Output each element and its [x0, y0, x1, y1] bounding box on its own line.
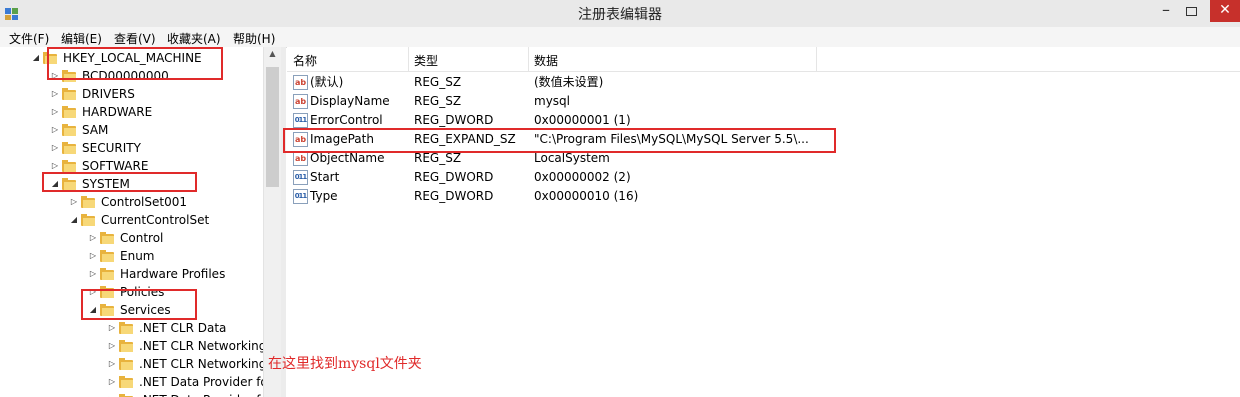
tree-scrollbar[interactable]: ▲	[263, 47, 281, 397]
highlight-box-services	[81, 289, 197, 320]
column-header-type[interactable]: 类型	[414, 52, 438, 69]
column-header-name[interactable]: 名称	[293, 52, 317, 69]
expand-arrow-closed-icon[interactable]: ▷	[50, 85, 60, 103]
tree-node-label: SAM	[82, 123, 109, 137]
scroll-thumb[interactable]	[266, 67, 279, 187]
value-data: 0x00000002 (2)	[534, 170, 631, 184]
folder-icon	[100, 250, 114, 262]
value-row[interactable]: ab (默认) REG_SZ (数值未设置)	[287, 73, 1240, 92]
menu-bar: 文件(F) 编辑(E) 查看(V) 收藏夹(A) 帮助(H)	[0, 27, 1240, 48]
value-data: mysql	[534, 94, 570, 108]
tree-node-label: .NET CLR Networking	[139, 339, 267, 353]
value-name: DisplayName	[310, 94, 390, 108]
string-value-icon: ab	[293, 75, 308, 90]
highlight-box-hklm	[47, 47, 223, 80]
value-data: 0x00000010 (16)	[534, 189, 639, 203]
tree-node-label: SECURITY	[82, 141, 141, 155]
tree-node-label: .NET CLR Networking	[139, 357, 267, 371]
string-value-icon: ab	[293, 94, 308, 109]
folder-icon	[62, 142, 76, 154]
pane-splitter[interactable]	[281, 47, 286, 397]
folder-icon	[62, 160, 76, 172]
value-name: (默认)	[310, 75, 344, 89]
value-type: REG_DWORD	[414, 189, 494, 203]
tree-node-label: Control	[120, 231, 164, 245]
scroll-up-arrow-icon[interactable]: ▲	[264, 49, 281, 63]
value-type: REG_SZ	[414, 94, 462, 108]
tree-node-label: ControlSet001	[101, 195, 187, 209]
expand-arrow-closed-icon[interactable]: ▷	[50, 139, 60, 157]
annotation-text: 在这里找到mysql文件夹	[268, 356, 422, 372]
folder-icon	[119, 322, 133, 334]
close-button[interactable]: ✕	[1210, 0, 1240, 22]
maximize-button[interactable]	[1186, 7, 1197, 16]
expand-arrow-open-icon[interactable]: ◢	[69, 211, 79, 229]
value-type: REG_SZ	[414, 75, 462, 89]
column-divider[interactable]	[816, 47, 817, 71]
registry-tree[interactable]: ◢ HKEY_LOCAL_MACHINE ▷ BCD00000000 ▷ DRIVERS ▷…	[0, 47, 280, 397]
tree-node-label: Hardware Profiles	[120, 267, 226, 281]
expand-arrow-closed-icon[interactable]: ▷	[107, 337, 117, 355]
value-row[interactable]: 011 Type REG_DWORD 0x00000010 (16)	[287, 187, 1240, 206]
expand-arrow-closed-icon[interactable]: ▷	[107, 373, 117, 391]
value-name: Type	[310, 189, 338, 203]
column-divider[interactable]	[408, 47, 409, 71]
folder-icon	[119, 340, 133, 352]
tree-node-label: .NET CLR Data	[139, 321, 227, 335]
menu-help[interactable]: 帮助(H)	[233, 30, 275, 47]
column-header-data[interactable]: 数据	[534, 52, 558, 69]
folder-icon	[81, 196, 95, 208]
window-title: 注册表编辑器	[578, 7, 662, 23]
folder-icon	[100, 268, 114, 280]
value-type: REG_DWORD	[414, 170, 494, 184]
tree-node-label: DRIVERS	[82, 87, 135, 101]
value-row[interactable]: ab DisplayName REG_SZ mysql	[287, 92, 1240, 111]
column-divider[interactable]	[528, 47, 529, 71]
highlight-box-system	[42, 172, 197, 192]
list-header: 名称 类型 数据	[287, 47, 1240, 72]
value-name: Start	[310, 170, 340, 184]
expand-arrow-closed-icon[interactable]: ▷	[50, 103, 60, 121]
binary-value-icon: 011	[293, 170, 308, 185]
expand-arrow-closed-icon[interactable]: ▷	[88, 265, 98, 283]
expand-arrow-open-icon[interactable]: ◢	[31, 49, 41, 67]
folder-icon	[62, 124, 76, 136]
expand-arrow-closed-icon[interactable]: ▷	[50, 121, 60, 139]
expand-arrow-closed-icon[interactable]: ▷	[107, 355, 117, 373]
binary-value-icon: 011	[293, 113, 308, 128]
expand-arrow-closed-icon[interactable]: ▷	[88, 247, 98, 265]
tree-node-label: Enum	[120, 249, 155, 263]
folder-icon	[100, 232, 114, 244]
value-row[interactable]: 011 Start REG_DWORD 0x00000002 (2)	[287, 168, 1240, 187]
menu-file[interactable]: 文件(F)	[9, 30, 49, 47]
expand-arrow-closed-icon[interactable]: ▷	[107, 319, 117, 337]
folder-icon	[119, 358, 133, 370]
values-list: 名称 类型 数据 ab (默认) REG_SZ (数值未设置) ab DisplayNam…	[287, 47, 1240, 397]
tree-node-label: .NET Data Provider fo	[139, 391, 268, 397]
menu-favorites[interactable]: 收藏夹(A)	[167, 30, 221, 47]
tree-node-label: HARDWARE	[82, 105, 153, 119]
tree-node-label: CurrentControlSet	[101, 213, 210, 227]
folder-icon	[81, 214, 95, 226]
title-bar: 注册表编辑器 – ✕	[0, 0, 1240, 27]
minimize-button[interactable]: –	[1156, 2, 1176, 21]
binary-value-icon: 011	[293, 189, 308, 204]
expand-arrow-closed-icon[interactable]: ▷	[107, 391, 117, 397]
expand-arrow-closed-icon[interactable]: ▷	[69, 193, 79, 211]
menu-view[interactable]: 查看(V)	[114, 30, 156, 47]
value-data: (数值未设置)	[534, 75, 604, 89]
folder-icon	[62, 88, 76, 100]
tree-node-label: .NET Data Provider fo	[139, 375, 268, 389]
folder-icon	[119, 376, 133, 388]
menu-edit[interactable]: 编辑(E)	[61, 30, 102, 47]
highlight-box-imagepath	[283, 128, 836, 153]
string-value-icon: ab	[293, 151, 308, 166]
expand-arrow-closed-icon[interactable]: ▷	[88, 229, 98, 247]
folder-icon	[62, 106, 76, 118]
